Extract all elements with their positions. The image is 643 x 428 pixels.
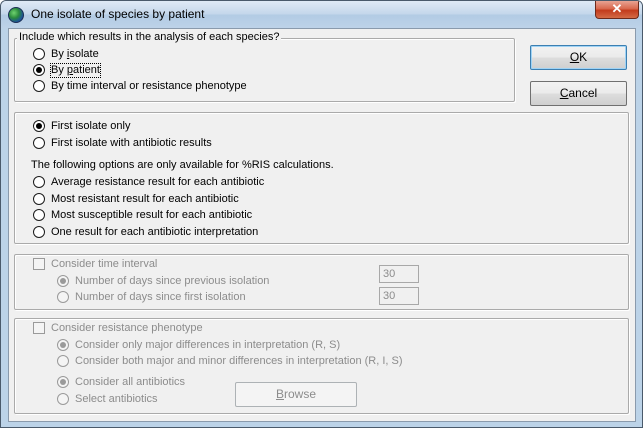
all-antibiotics-label: Consider all antibiotics xyxy=(75,376,186,388)
by-isolate-radio[interactable]: By isolate xyxy=(33,48,99,62)
by-time-interval-label: By time interval or resistance phenotype xyxy=(51,80,247,92)
by-time-interval-radio[interactable]: By time interval or resistance phenotype xyxy=(33,80,247,94)
select-antibiotics-radio-circle[interactable] xyxy=(57,393,69,405)
most-resistant-radio[interactable]: Most resistant result for each antibioti… xyxy=(33,193,239,207)
select-antibiotics-radio[interactable]: Select antibiotics xyxy=(57,393,158,407)
major-minor-differences-radio-circle[interactable] xyxy=(57,355,69,367)
ris-note: The following options are only available… xyxy=(31,159,334,171)
consider-resistance-phenotype-checkbox[interactable]: Consider resistance phenotype xyxy=(33,322,203,336)
one-result-per-interpretation-radio-circle[interactable] xyxy=(33,226,45,238)
consider-resistance-phenotype-label: Consider resistance phenotype xyxy=(51,322,203,334)
window-title: One isolate of species by patient xyxy=(31,7,205,21)
by-time-interval-radio-circle[interactable] xyxy=(33,80,45,92)
first-isolate-with-results-label: First isolate with antibiotic results xyxy=(51,137,212,149)
all-antibiotics-radio-circle[interactable] xyxy=(57,376,69,388)
major-minor-differences-label: Consider both major and minor difference… xyxy=(75,355,403,367)
consider-time-interval-checkbox[interactable]: Consider time interval xyxy=(33,258,157,272)
consider-time-interval-box[interactable] xyxy=(33,258,45,270)
select-antibiotics-label: Select antibiotics xyxy=(75,393,158,405)
major-differences-radio[interactable]: Consider only major differences in inter… xyxy=(57,339,340,353)
major-differences-radio-circle[interactable] xyxy=(57,339,69,351)
ok-button[interactable]: OK xyxy=(530,45,627,70)
by-isolate-radio-circle[interactable] xyxy=(33,48,45,60)
average-resistance-radio-circle[interactable] xyxy=(33,176,45,188)
days-since-previous-label: Number of days since previous isolation xyxy=(75,275,270,287)
consider-resistance-phenotype-box[interactable] xyxy=(33,322,45,334)
major-minor-differences-radio[interactable]: Consider both major and minor difference… xyxy=(57,355,403,369)
most-susceptible-label: Most susceptible result for each antibio… xyxy=(51,209,253,221)
dialog-window: One isolate of species by patient ✕ Incl… xyxy=(0,0,643,428)
most-resistant-label: Most resistant result for each antibioti… xyxy=(51,193,239,205)
most-susceptible-radio-circle[interactable] xyxy=(33,209,45,221)
first-isolate-only-radio[interactable]: First isolate only xyxy=(33,120,130,134)
one-result-per-interpretation-radio[interactable]: One result for each antibiotic interpret… xyxy=(33,226,258,240)
by-isolate-label-post: solate xyxy=(69,48,99,60)
first-isolate-only-radio-circle[interactable] xyxy=(33,120,45,132)
days-since-first-label: Number of days since first isolation xyxy=(75,291,246,303)
days-since-previous-radio-circle[interactable] xyxy=(57,275,69,287)
days-since-previous-radio[interactable]: Number of days since previous isolation xyxy=(57,275,269,289)
include-results-caption: Include which results in the analysis of… xyxy=(17,31,282,43)
days-since-first-radio-circle[interactable] xyxy=(57,291,69,303)
days-since-first-field[interactable]: 30 xyxy=(379,287,419,305)
dialog-client: Include which results in the analysis of… xyxy=(8,28,636,422)
by-isolate-label-pre: By xyxy=(51,48,67,60)
days-since-first-radio[interactable]: Number of days since first isolation xyxy=(57,291,246,305)
days-since-previous-field[interactable]: 30 xyxy=(379,265,419,283)
first-isolate-with-results-radio-circle[interactable] xyxy=(33,137,45,149)
cancel-button[interactable]: Cancel xyxy=(530,81,627,106)
consider-time-interval-label: Consider time interval xyxy=(51,258,158,270)
all-antibiotics-radio[interactable]: Consider all antibiotics xyxy=(57,376,185,390)
close-button[interactable]: ✕ xyxy=(595,1,639,19)
average-resistance-radio[interactable]: Average resistance result for each antib… xyxy=(33,176,264,190)
most-susceptible-radio[interactable]: Most susceptible result for each antibio… xyxy=(33,209,252,223)
first-isolate-with-results-radio[interactable]: First isolate with antibiotic results xyxy=(33,137,212,151)
first-isolate-only-label: First isolate only xyxy=(51,120,131,132)
by-patient-radio-circle[interactable] xyxy=(33,64,45,76)
average-resistance-label: Average resistance result for each antib… xyxy=(51,176,265,188)
major-differences-label: Consider only major differences in inter… xyxy=(75,339,341,351)
globe-icon xyxy=(8,7,24,23)
by-patient-label-pre: By xyxy=(51,64,67,76)
browse-button[interactable]: Browse xyxy=(235,382,357,407)
by-patient-label-post: atient xyxy=(73,64,100,76)
most-resistant-radio-circle[interactable] xyxy=(33,193,45,205)
one-result-per-interpretation-label: One result for each antibiotic interpret… xyxy=(51,226,259,238)
title-bar[interactable]: One isolate of species by patient ✕ xyxy=(1,1,642,28)
by-patient-radio[interactable]: By patient xyxy=(33,63,101,78)
